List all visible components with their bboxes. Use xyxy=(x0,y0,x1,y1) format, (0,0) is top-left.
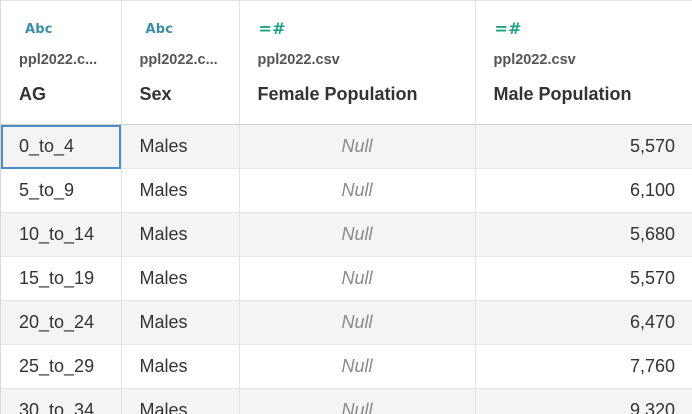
string-type-icon[interactable]: Abc xyxy=(25,22,53,37)
cell-male-population[interactable]: 5,680 xyxy=(475,212,692,257)
column-source: ppl2022.c... xyxy=(19,52,98,68)
cell-ag[interactable]: 15_to_19 xyxy=(1,256,122,301)
table-row[interactable]: 20_to_24 Males Null 6,470 xyxy=(1,300,692,345)
cell-ag[interactable]: 25_to_29 xyxy=(1,344,122,389)
cell-sex[interactable]: Males xyxy=(121,300,240,345)
cell-male-population[interactable]: 5,570 xyxy=(475,124,692,169)
column-name: Female Population xyxy=(257,84,418,104)
cell-female-population[interactable]: Null xyxy=(239,388,476,414)
column-header-sex[interactable]: Abc ppl2022.c... Sex xyxy=(121,0,240,125)
column-source: ppl2022.csv xyxy=(257,52,340,68)
table-row[interactable]: 10_to_14 Males Null 5,680 xyxy=(1,212,692,257)
cell-sex[interactable]: Males xyxy=(121,256,240,301)
cell-female-population[interactable]: Null xyxy=(239,168,476,213)
cell-female-population[interactable]: Null xyxy=(239,344,476,389)
cell-male-population[interactable]: 6,100 xyxy=(475,168,692,213)
column-name: Sex xyxy=(139,84,172,104)
data-table: Abc ppl2022.c... AG Abc ppl2022.c... Sex… xyxy=(1,0,692,414)
cell-male-population[interactable]: 6,470 xyxy=(475,300,692,345)
table-row[interactable]: 5_to_9 Males Null 6,100 xyxy=(1,168,692,213)
column-header-male-population[interactable]: =# ppl2022.csv Male Population xyxy=(475,0,692,125)
table-row[interactable]: 30_to_34 Males Null 9,320 xyxy=(1,388,692,414)
column-source: ppl2022.csv xyxy=(493,52,576,68)
cell-ag[interactable]: 10_to_14 xyxy=(1,212,122,257)
table-row[interactable]: 15_to_19 Males Null 5,570 xyxy=(1,256,692,301)
cell-male-population[interactable]: 9,320 xyxy=(475,388,692,414)
cell-ag[interactable]: 5_to_9 xyxy=(1,168,122,213)
table-row[interactable]: 0_to_4 Males Null 5,570 xyxy=(1,124,692,169)
cell-ag[interactable]: 30_to_34 xyxy=(1,388,122,414)
cell-sex[interactable]: Males xyxy=(121,388,240,414)
cell-male-population[interactable]: 5,570 xyxy=(475,256,692,301)
header-row: Abc ppl2022.c... AG Abc ppl2022.c... Sex… xyxy=(1,0,692,125)
cell-female-population[interactable]: Null xyxy=(239,212,476,257)
cell-female-population[interactable]: Null xyxy=(239,124,476,169)
string-type-icon[interactable]: Abc xyxy=(146,22,174,37)
cell-sex[interactable]: Males xyxy=(121,124,240,169)
number-type-icon[interactable]: =# xyxy=(495,19,522,38)
cell-sex[interactable]: Males xyxy=(121,168,240,213)
column-header-ag[interactable]: Abc ppl2022.c... AG xyxy=(1,0,122,125)
cell-sex[interactable]: Males xyxy=(121,344,240,389)
data-grid: Abc ppl2022.c... AG Abc ppl2022.c... Sex… xyxy=(0,0,692,414)
table-row[interactable]: 25_to_29 Males Null 7,760 xyxy=(1,344,692,389)
cell-female-population[interactable]: Null xyxy=(239,256,476,301)
column-name: AG xyxy=(19,84,46,104)
column-source: ppl2022.c... xyxy=(139,52,218,68)
cell-sex[interactable]: Males xyxy=(121,212,240,257)
cell-female-population[interactable]: Null xyxy=(239,300,476,345)
number-type-icon[interactable]: =# xyxy=(259,19,286,38)
cell-male-population[interactable]: 7,760 xyxy=(475,344,692,389)
cell-ag[interactable]: 20_to_24 xyxy=(1,300,122,345)
column-header-female-population[interactable]: =# ppl2022.csv Female Population xyxy=(239,0,476,125)
cell-ag[interactable]: 0_to_4 xyxy=(1,124,122,169)
column-name: Male Population xyxy=(493,84,632,104)
